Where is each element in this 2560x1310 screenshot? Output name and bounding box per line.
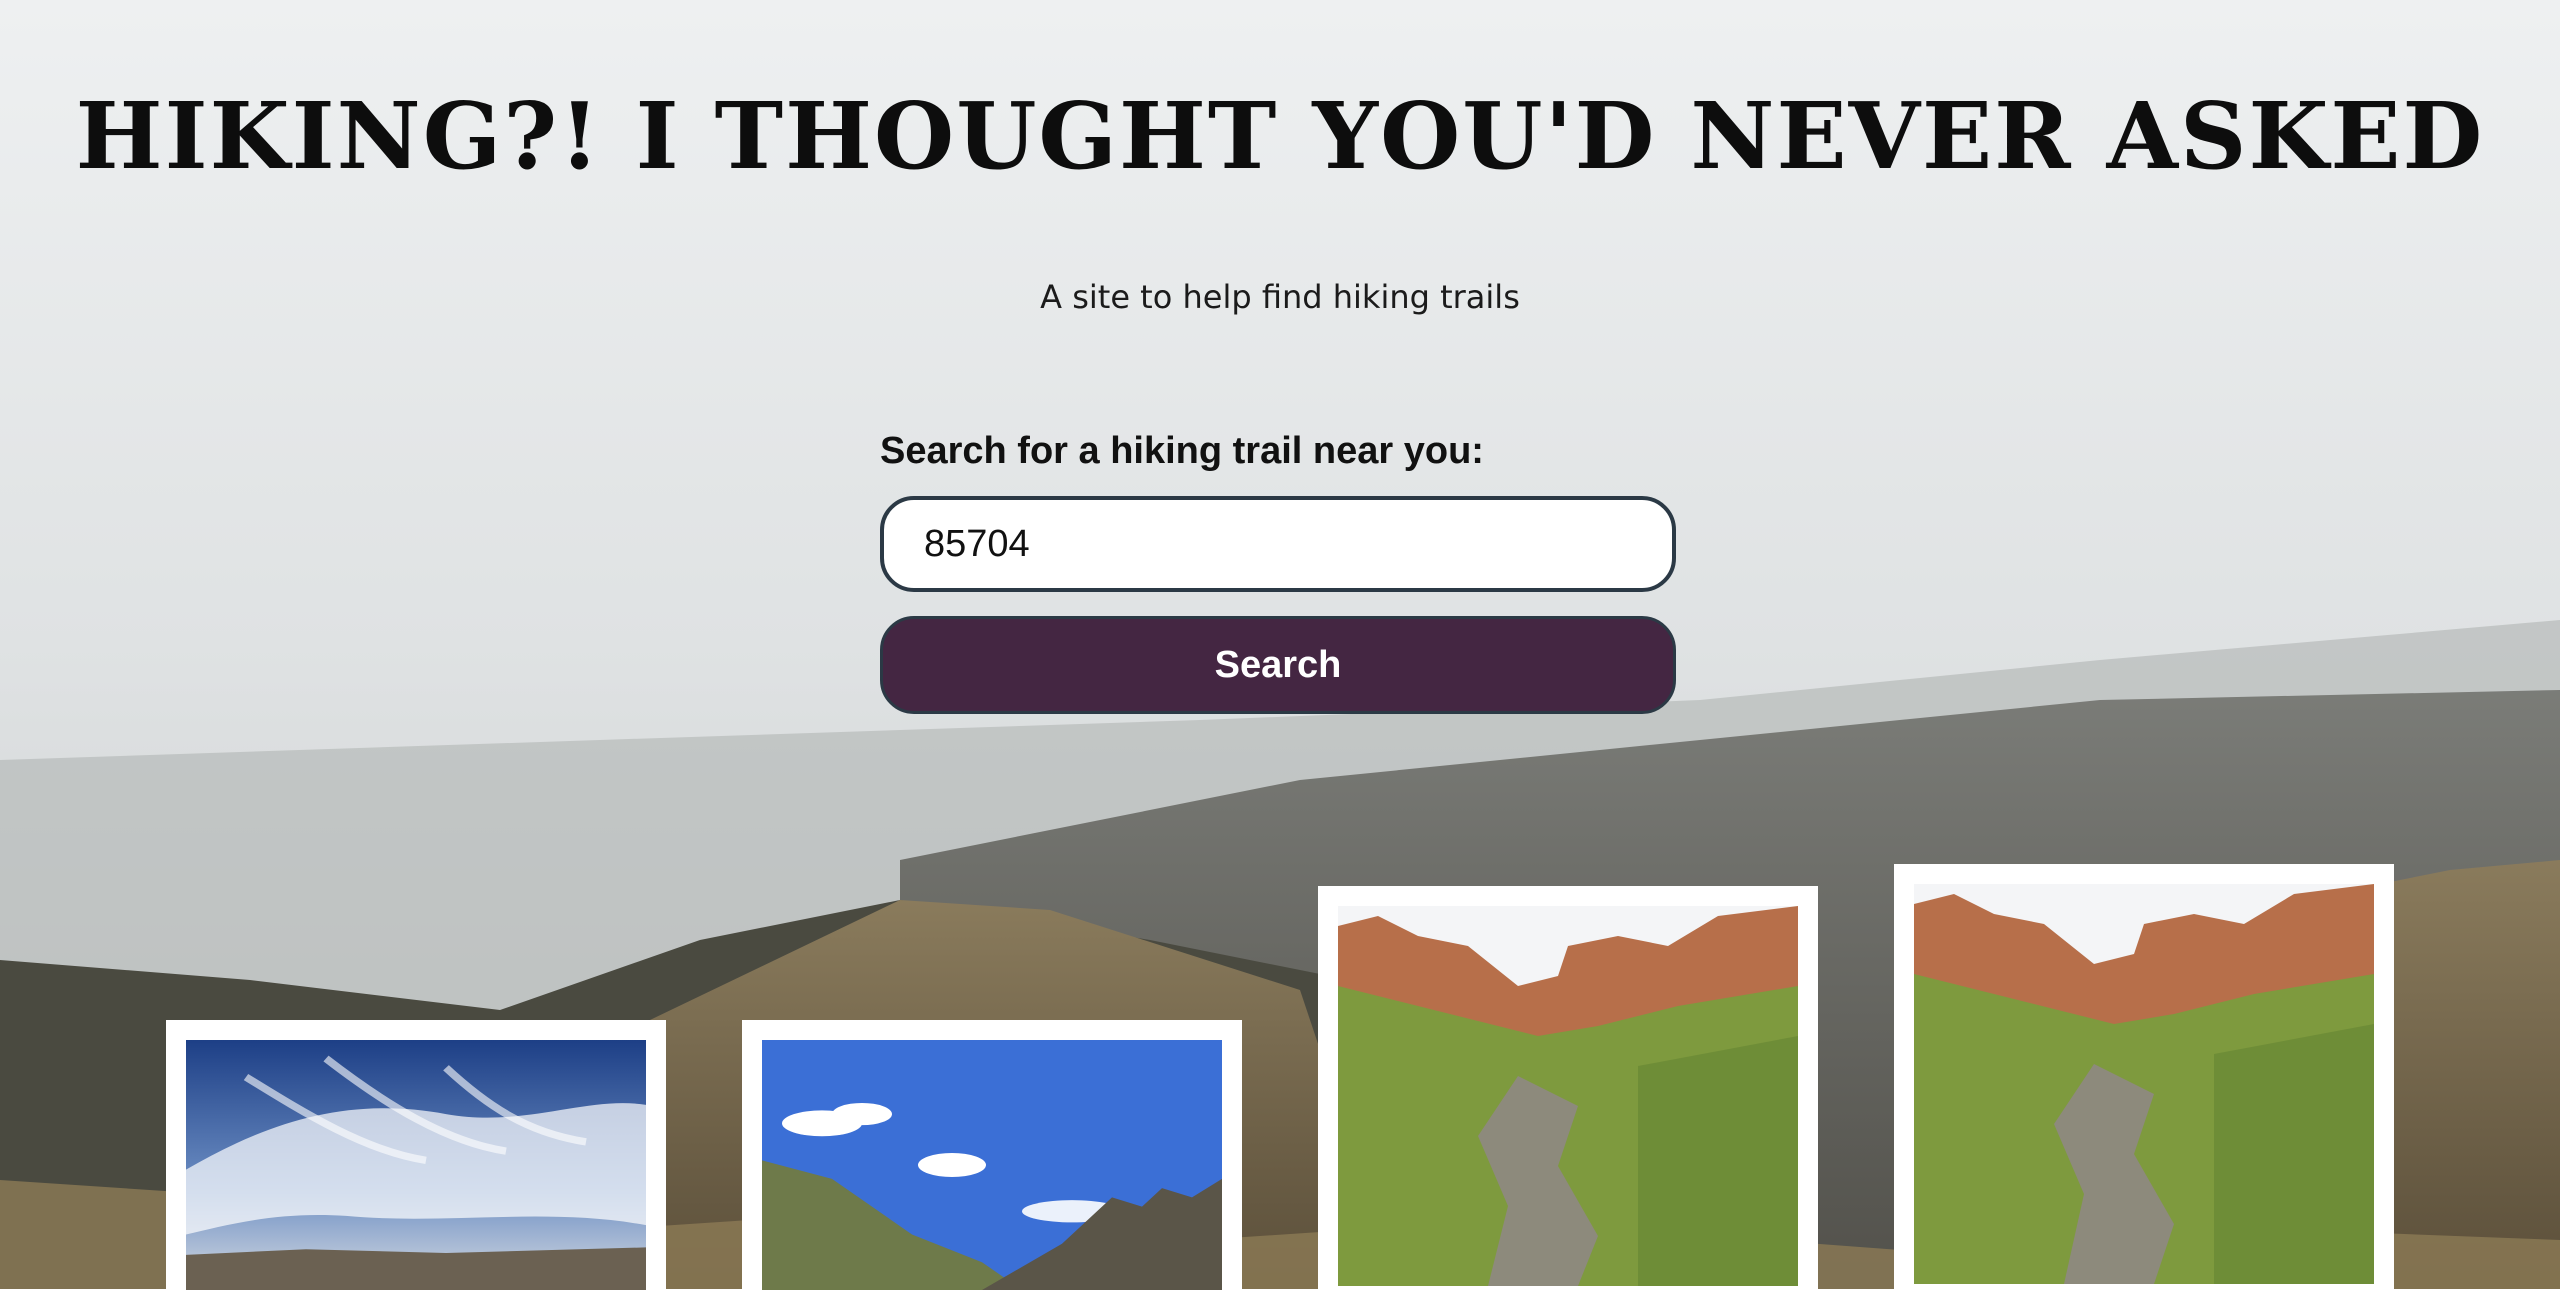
search-input[interactable]	[880, 496, 1676, 592]
trail-photo-card[interactable]	[1894, 864, 2394, 1304]
canyon-trail-photo	[1914, 884, 2374, 1284]
trail-photo-card[interactable]	[742, 1020, 1242, 1310]
trail-photo-card[interactable]	[1318, 886, 1818, 1306]
search-label: Search for a hiking trail near you:	[880, 430, 1484, 472]
sky-clouds-photo	[186, 1040, 646, 1290]
page-title: HIKING?! I THOUGHT YOU'D NEVER ASKED	[75, 82, 2485, 190]
mountain-peaks-photo	[762, 1040, 1222, 1290]
canyon-trail-photo	[1338, 906, 1798, 1286]
search-button[interactable]: Search	[880, 616, 1676, 714]
page-subtitle: A site to help find hiking trails	[1040, 278, 1520, 316]
trail-photo-card[interactable]	[166, 1020, 666, 1310]
